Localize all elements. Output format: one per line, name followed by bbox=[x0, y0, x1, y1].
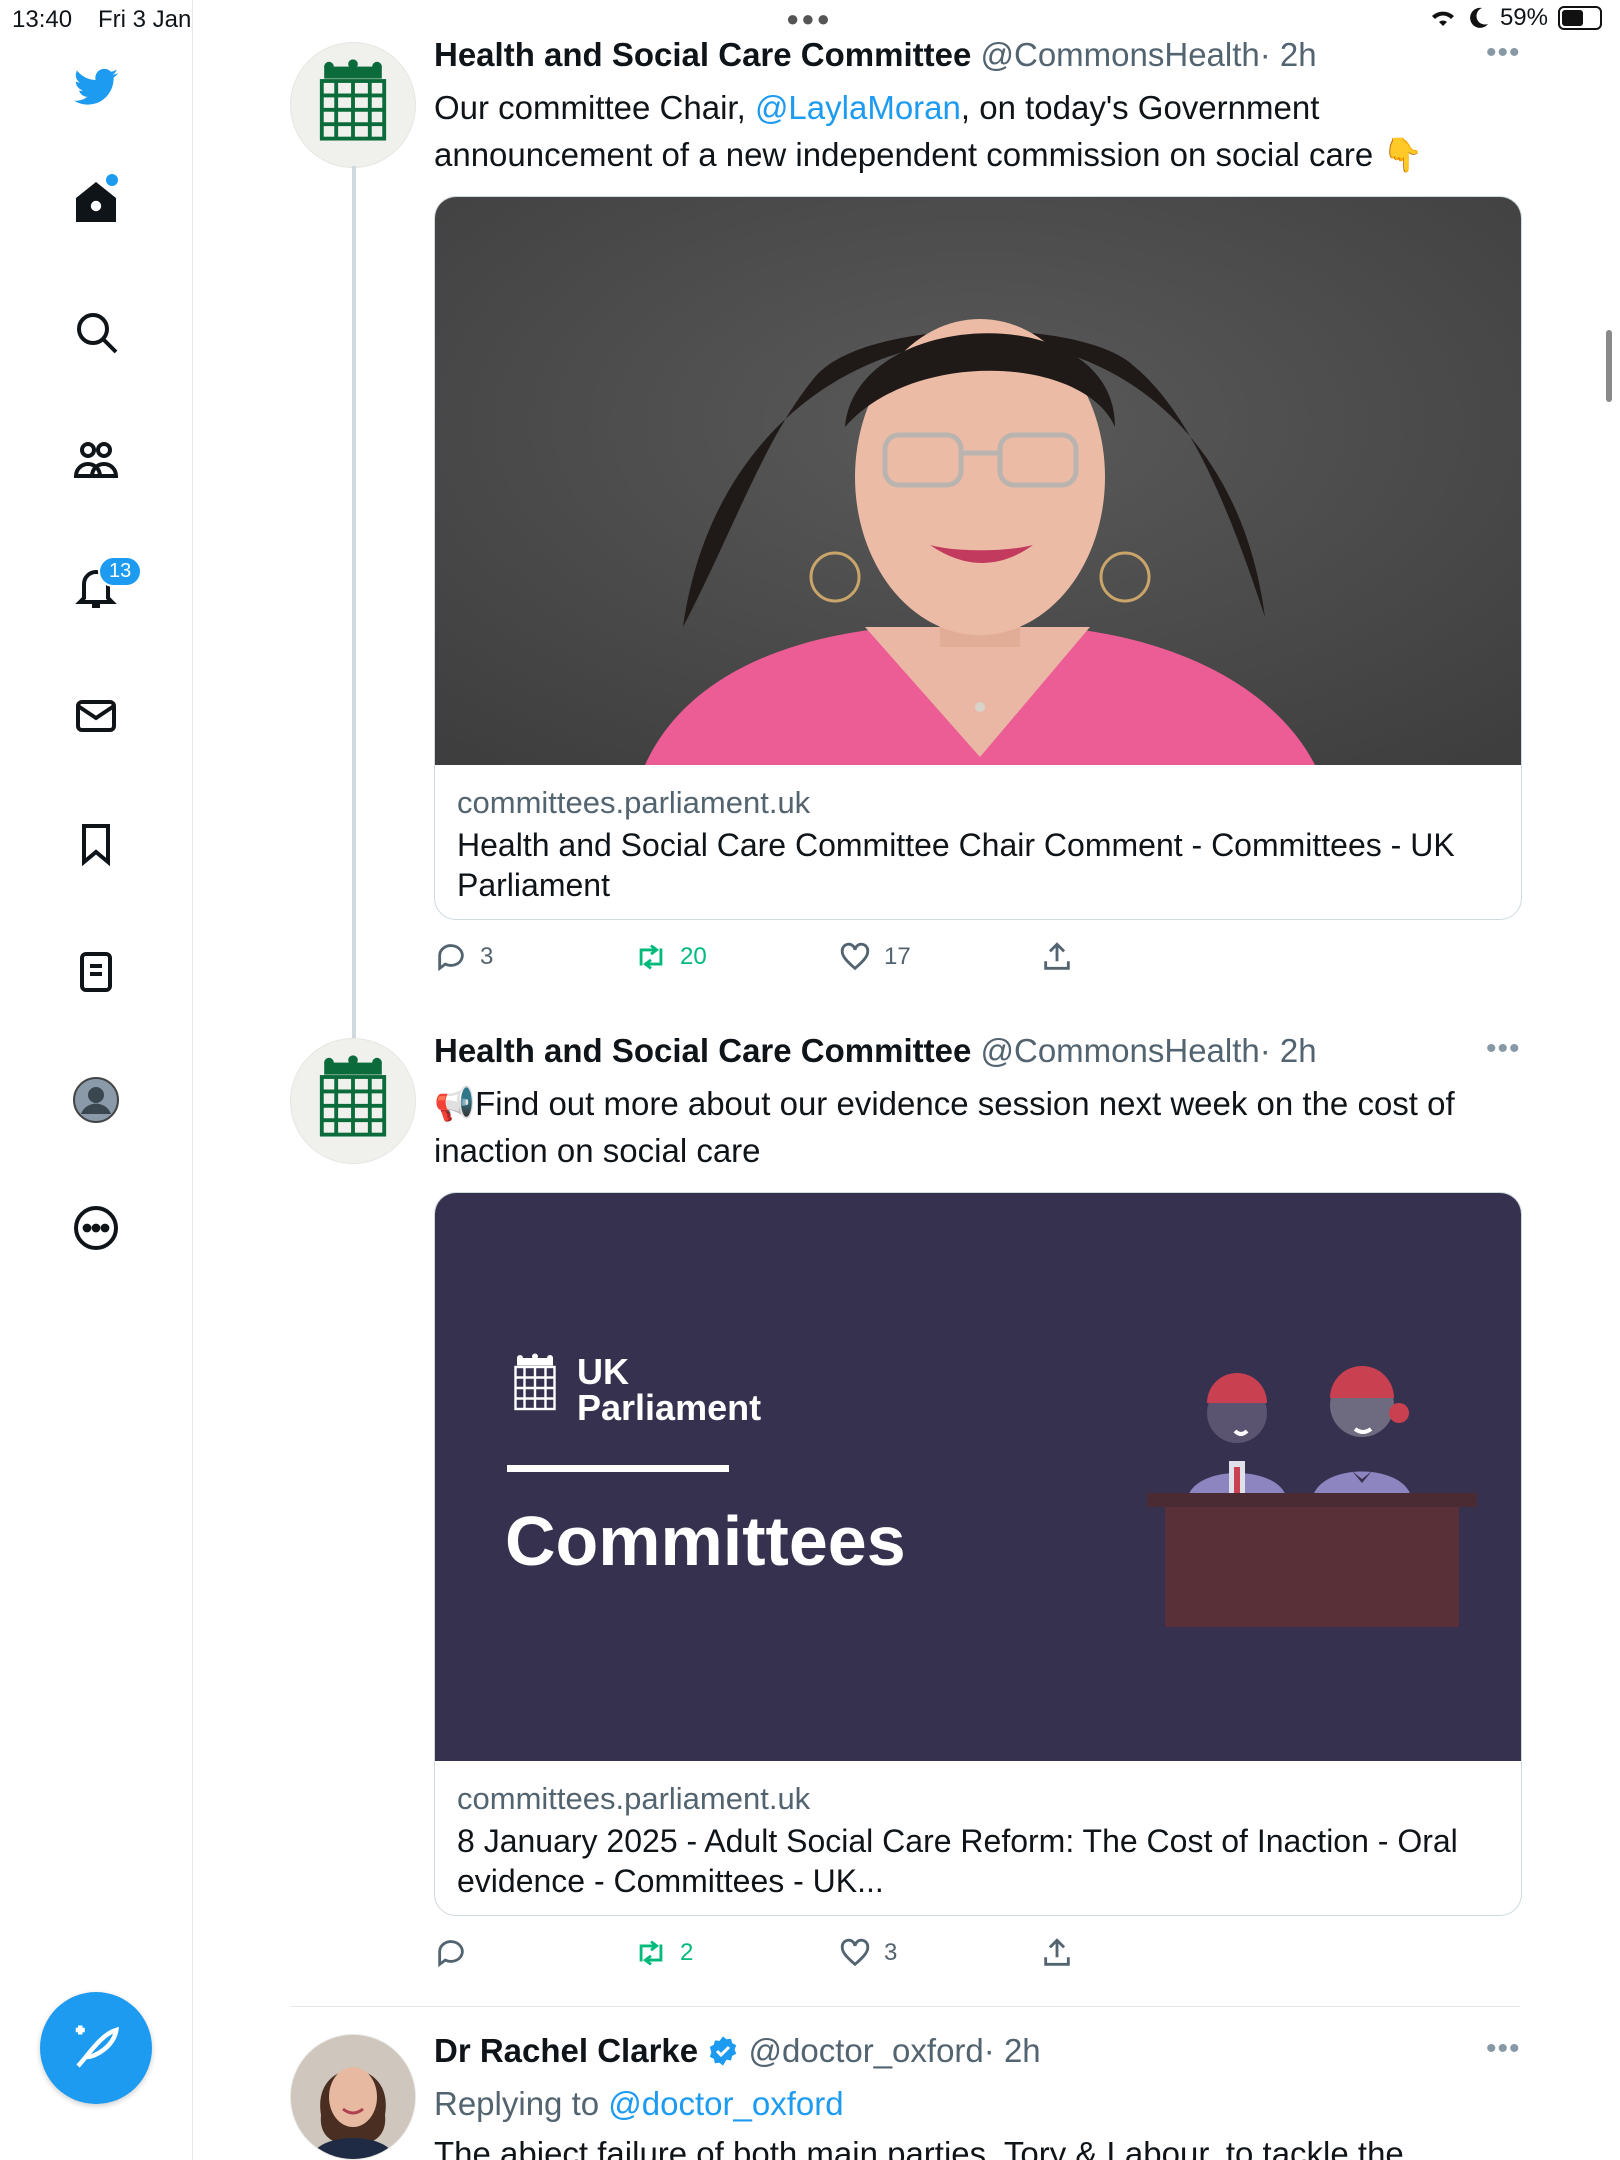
link-card[interactable]: committees.parliament.uk Health and Soci… bbox=[434, 196, 1522, 920]
more-icon[interactable] bbox=[66, 1198, 126, 1258]
tweet-time: · 2h bbox=[1259, 36, 1317, 73]
tweet-header[interactable]: Dr Rachel Clarke @doctor_oxford· 2h bbox=[434, 2032, 1041, 2070]
tweet-more-icon[interactable]: ••• bbox=[1486, 2032, 1521, 2066]
banner-title: Committees bbox=[505, 1502, 906, 1580]
reply-count: 3 bbox=[480, 943, 494, 970]
tweet-more-icon[interactable]: ••• bbox=[1486, 36, 1521, 70]
card-title: 8 January 2025 - Adult Social Care Refor… bbox=[457, 1823, 1458, 1899]
compose-feather-icon bbox=[75, 2025, 119, 2068]
tweet-text: Our committee Chair, @LaylaMoran, on tod… bbox=[434, 84, 1524, 178]
reply-button[interactable] bbox=[434, 1936, 480, 1970]
tweet-time: · 2h bbox=[1259, 1032, 1317, 1069]
reply-icon bbox=[438, 1940, 464, 1968]
thread-line bbox=[352, 166, 356, 1038]
status-bar: 13:40 Fri 3 Jan ●●● 59% bbox=[0, 0, 1620, 40]
tweet-header[interactable]: Health and Social Care Committee @Common… bbox=[434, 36, 1317, 74]
messages-icon[interactable] bbox=[66, 686, 126, 746]
card-title: Health and Social Care Committee Chair C… bbox=[457, 827, 1455, 903]
status-right: 59% bbox=[1428, 4, 1602, 32]
committee-illustration bbox=[1147, 1366, 1477, 1627]
card-domain: committees.parliament.uk bbox=[457, 1781, 811, 1816]
multitasking-dots-icon[interactable]: ●●● bbox=[786, 6, 832, 32]
author-handle[interactable]: @doctor_oxford bbox=[748, 2032, 983, 2069]
sidebar-nav: 13 bbox=[0, 0, 193, 2160]
like-count: 17 bbox=[884, 943, 911, 970]
retweet-icon bbox=[639, 1940, 663, 1966]
communities-icon[interactable] bbox=[66, 430, 126, 490]
heart-icon bbox=[840, 942, 870, 971]
tweet-more-icon[interactable]: ••• bbox=[1486, 1032, 1521, 1066]
card-banner: UK Parliament Committees bbox=[435, 1193, 1521, 1761]
author-name[interactable]: Health and Social Care Committee bbox=[434, 36, 971, 73]
replying-to-prefix: Replying to bbox=[434, 2085, 609, 2122]
banner-uk: UK bbox=[577, 1351, 629, 1392]
like-button[interactable]: 3 bbox=[838, 1936, 897, 1970]
author-handle[interactable]: @CommonsHealth bbox=[981, 1032, 1260, 1069]
moon-icon bbox=[1470, 7, 1488, 28]
retweet-icon bbox=[639, 944, 663, 970]
tweet-time: · 2h bbox=[983, 2032, 1041, 2069]
search-icon[interactable] bbox=[66, 302, 126, 362]
user-photo bbox=[291, 2035, 415, 2159]
reply-icon bbox=[438, 944, 464, 972]
replying-to-link[interactable]: @doctor_oxford bbox=[608, 2085, 843, 2122]
reply-button[interactable]: 3 bbox=[434, 940, 493, 974]
tweet-divider bbox=[290, 2006, 1520, 2007]
tweet-actions: 3 20 17 bbox=[434, 940, 1194, 980]
share-icon bbox=[1044, 942, 1070, 970]
card-photo bbox=[435, 197, 1521, 765]
tweet-text-prefix: Our committee Chair, bbox=[434, 89, 755, 126]
notification-badge: 13 bbox=[98, 556, 143, 587]
banner-rule bbox=[507, 1465, 729, 1472]
twitter-logo-icon[interactable] bbox=[66, 58, 126, 118]
avatar[interactable] bbox=[290, 1038, 416, 1164]
retweet-count: 2 bbox=[680, 1939, 694, 1966]
author-handle[interactable]: @CommonsHealth bbox=[981, 36, 1260, 73]
heart-icon bbox=[840, 1938, 870, 1967]
bookmarks-icon[interactable] bbox=[66, 814, 126, 874]
author-name[interactable]: Health and Social Care Committee bbox=[434, 1032, 971, 1069]
retweet-button[interactable]: 20 bbox=[634, 940, 707, 974]
mention-link[interactable]: @LaylaMoran bbox=[755, 89, 961, 126]
profile-icon[interactable] bbox=[66, 1070, 126, 1130]
retweet-button[interactable]: 2 bbox=[634, 1936, 693, 1970]
like-count: 3 bbox=[884, 1939, 898, 1966]
battery-fill bbox=[1562, 10, 1584, 26]
tweet-actions: 2 3 bbox=[434, 1936, 1194, 1976]
replying-to: Replying to @doctor_oxford bbox=[434, 2080, 1524, 2127]
verified-badge-icon bbox=[710, 2036, 737, 2066]
portcullis-logo-icon bbox=[319, 59, 387, 141]
portcullis-logo-icon bbox=[514, 1353, 556, 1411]
author-name[interactable]: Dr Rachel Clarke bbox=[434, 2032, 698, 2069]
portcullis-logo-icon bbox=[319, 1055, 387, 1137]
share-button[interactable] bbox=[1040, 1936, 1074, 1970]
home-new-dot bbox=[106, 174, 118, 186]
battery-icon bbox=[1558, 6, 1602, 30]
battery-percent: 59% bbox=[1499, 4, 1548, 31]
retweet-count: 20 bbox=[680, 943, 707, 970]
avatar[interactable] bbox=[290, 42, 416, 168]
share-icon bbox=[1044, 1938, 1070, 1966]
tweet-text: The abject failure of both main parties,… bbox=[434, 2135, 1404, 2160]
compose-tweet-button[interactable] bbox=[40, 1992, 152, 2104]
like-button[interactable]: 17 bbox=[838, 940, 911, 974]
link-card[interactable]: UK Parliament Committees committees.parl… bbox=[434, 1192, 1522, 1916]
card-domain: committees.parliament.uk bbox=[457, 785, 811, 820]
lists-icon[interactable] bbox=[66, 942, 126, 1002]
scrollbar[interactable] bbox=[1606, 330, 1612, 402]
share-button[interactable] bbox=[1040, 940, 1074, 974]
wifi-icon bbox=[1431, 11, 1454, 26]
tweet-text: 📢Find out more about our evidence sessio… bbox=[434, 1085, 1455, 1169]
tweet-header[interactable]: Health and Social Care Committee @Common… bbox=[434, 1032, 1317, 1070]
avatar[interactable] bbox=[290, 2034, 416, 2160]
banner-parliament: Parliament bbox=[577, 1387, 762, 1428]
